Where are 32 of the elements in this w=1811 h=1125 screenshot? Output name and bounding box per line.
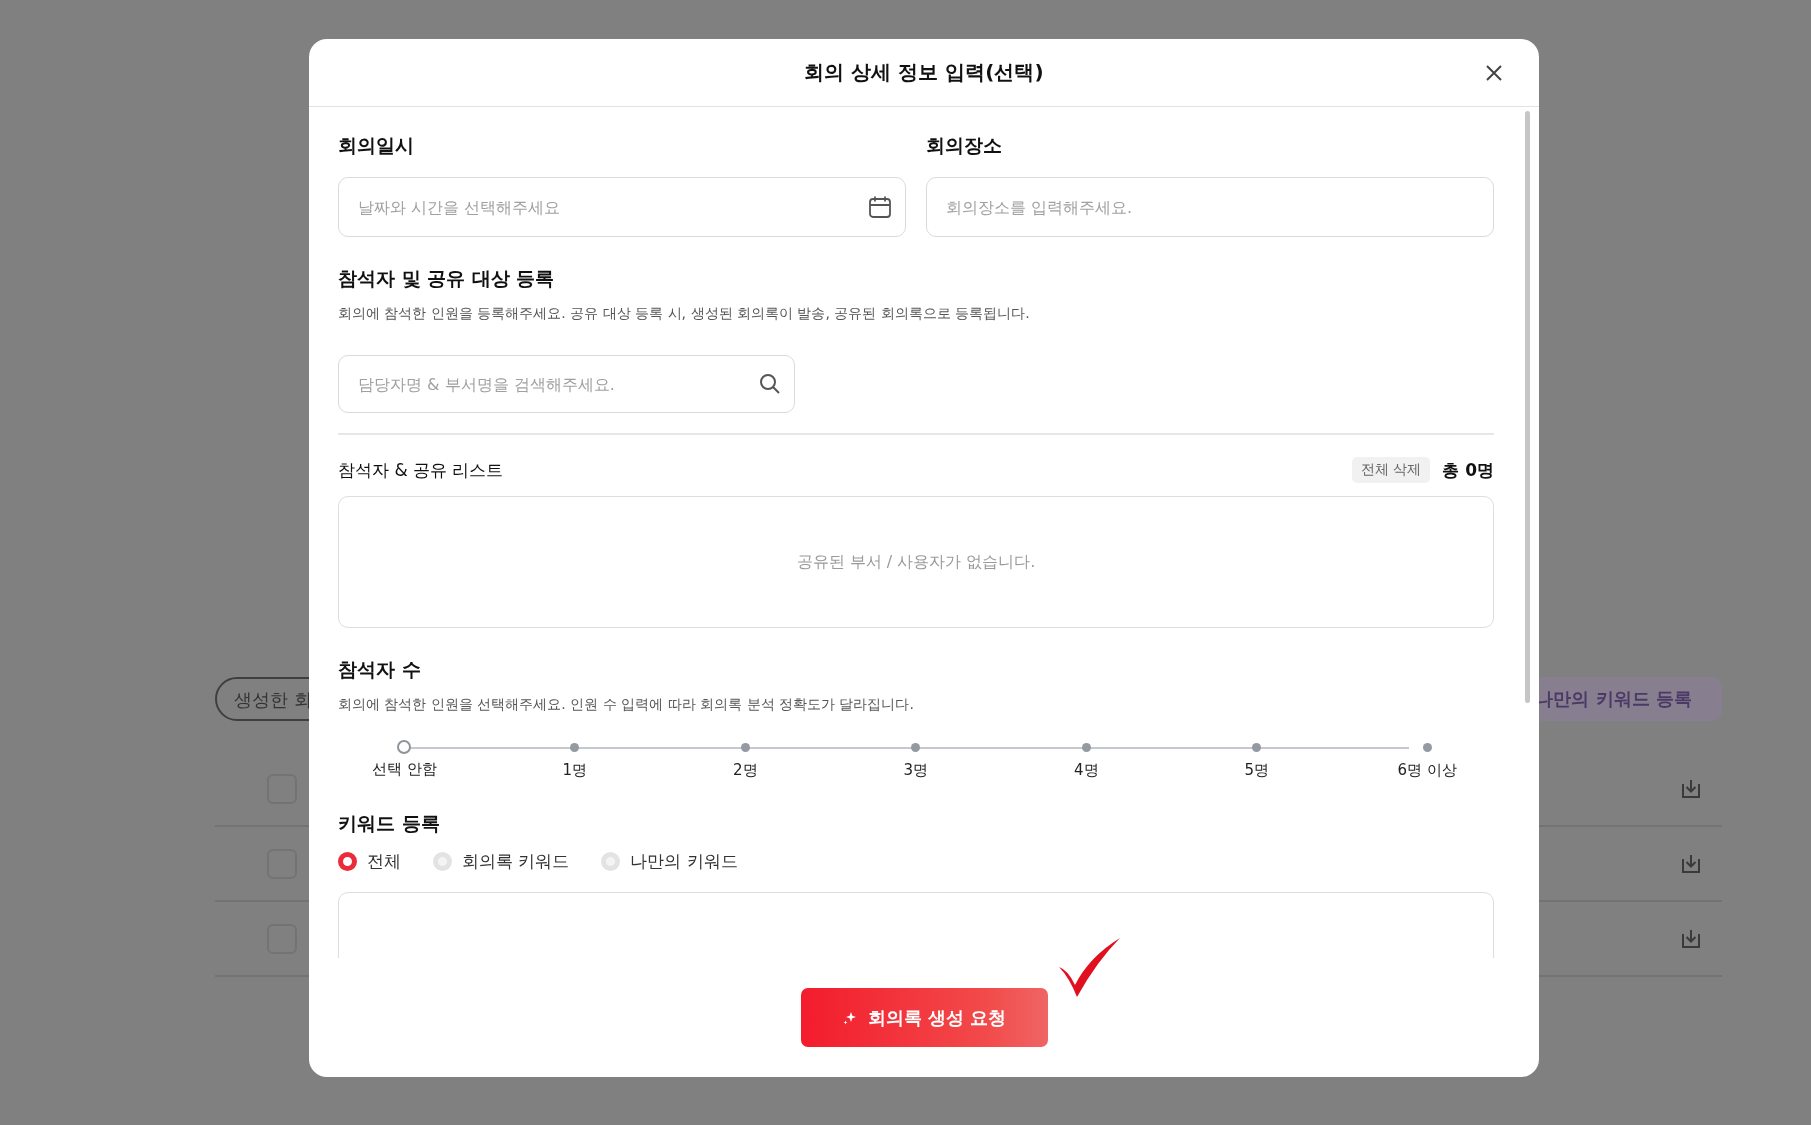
radio-option[interactable]: 나만의 키워드 [601, 850, 738, 873]
close-button[interactable] [1484, 63, 1504, 83]
total-count: 총 0명 [1442, 458, 1494, 482]
date-field[interactable]: 날짜와 시간을 선택해주세요 [338, 177, 906, 237]
list-title: 참석자 & 공유 리스트 [338, 458, 504, 482]
radio-icon [338, 852, 357, 871]
scrollbar[interactable] [1525, 111, 1530, 703]
empty-message: 공유된 부서 / 사용자가 없습니다. [796, 551, 1036, 573]
count-option[interactable]: 4명 [1001, 740, 1172, 780]
count-option[interactable]: 3명 [830, 740, 1001, 780]
dialog-title: 회의 상세 정보 입력(선택) [804, 59, 1044, 86]
create-minutes-button[interactable]: 회의록 생성 요청 [800, 988, 1048, 1047]
search-field[interactable]: 담당자명 & 부서명을 검색해주세요. [338, 355, 795, 413]
section-title: 키워드 등록 [338, 811, 441, 835]
section-title: 참석자 및 공유 대상 등록 [338, 266, 556, 290]
count-option[interactable]: 선택 안함 [319, 740, 490, 780]
radio-icon [433, 852, 452, 871]
input-field[interactable]: 회의장소를 입력해주세요. [926, 177, 1494, 237]
radio-option[interactable]: 전체 [338, 850, 401, 873]
count-option[interactable]: 2명 [660, 740, 831, 780]
count-option[interactable]: 6명 이상 [1342, 740, 1513, 780]
count-option[interactable]: 1명 [489, 740, 660, 780]
search-icon [759, 373, 781, 395]
radio-icon [601, 852, 621, 871]
section-description: 회의에 참석한 인원을 등록해주세요. 공유 대상 등록 시, 생성된 회의록이 발송, 공유된 회의록으로 등록됩니다. [338, 305, 1031, 323]
field-label: 회의장소 [926, 133, 1003, 157]
calendar-icon [868, 195, 892, 219]
clear-all-button[interactable]: 전체 삭제 [1351, 457, 1431, 483]
close-icon [1485, 64, 1503, 82]
field-label: 회의일시 [338, 133, 415, 157]
count-option[interactable]: 5명 [1171, 740, 1342, 780]
radio-option[interactable]: 회의록 키워드 [433, 850, 570, 873]
